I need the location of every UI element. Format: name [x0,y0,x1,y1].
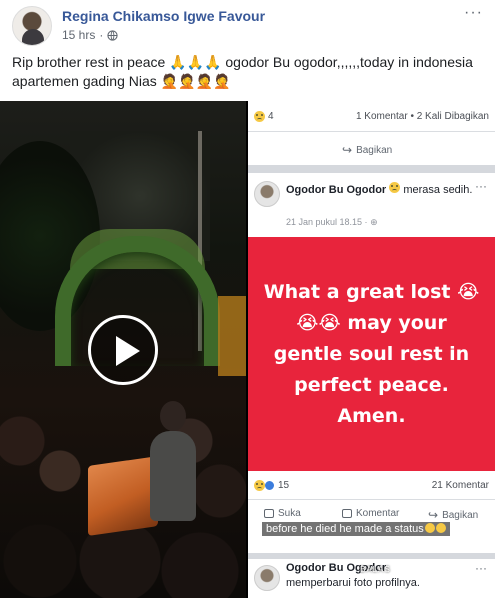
balas-overlay-label: BALAS [360,565,391,574]
globe-small-icon: ⊕ [370,217,378,227]
next-post-subtitle: memperbarui foto profilnya. [286,577,420,589]
post-text: Rip brother rest in peace 🙏🙏🙏 ogodor Bu … [12,54,473,89]
inner-share-label: Bagikan [442,509,479,521]
video-frame-person [150,431,196,521]
caption-text: before he died he made a status [266,523,424,535]
author-avatar[interactable] [12,6,52,46]
sad-face-icon [435,523,446,533]
shot-divider [248,165,495,173]
globe-icon [107,29,118,41]
inner-post-time: 21 Jan pukul 18.15 · ⊕ [286,217,378,228]
inner-like-action: Suka [264,508,301,519]
status-card-text: What a great lost 😭😭😭 may your gentle so… [263,280,480,427]
shot-reactions: 4 [254,111,274,122]
sad-face-icon [424,523,435,533]
comment-icon [342,509,352,518]
like-reaction-icon [264,480,275,491]
inner-post-feeling: merasa sedih. [403,184,473,196]
shot-share-label: Bagikan [356,144,393,156]
next-post-avatar [254,565,280,591]
post-timestamp[interactable]: 15 hrs [62,28,95,42]
next-post-more: ··· [475,561,487,575]
inner-post-header: Ogodor Bu Ogodor merasa sedih. [286,182,476,197]
video-frame-coffin [88,456,158,536]
thumbs-up-icon [264,509,274,518]
post-header: Regina Chikamso Igwe Favour 15 hrs · ··· [0,0,495,48]
inner-post-avatar [254,181,280,207]
inner-post-stats: 15 21 Komentar [248,471,495,499]
post-media: 4 1 Komentar • 2 Kali Dibagikan ↪ Bagika… [0,101,495,598]
inner-post-reactions: 15 [254,480,289,491]
shot-reaction-count: 4 [268,111,274,122]
shot-reaction-bar: 4 1 Komentar • 2 Kali Dibagikan [248,101,495,131]
share-arrow-icon: ↪ [342,143,353,157]
inner-comment-label: Komentar [356,508,400,519]
post-author-name[interactable]: Regina Chikamso Igwe Favour [62,8,265,24]
sad-reaction-icon [254,111,265,122]
share-arrow-icon: ↪ [428,508,439,522]
inner-post-status-card: What a great lost 😭😭😭 may your gentle so… [248,237,495,471]
post-options-button[interactable]: ··· [464,4,483,22]
inner-share-action: ↪ Bagikan [428,508,478,522]
inner-post-more: ··· [475,179,487,193]
inner-comment-action: Komentar [342,508,399,519]
screenshot-image[interactable]: 4 1 Komentar • 2 Kali Dibagikan ↪ Bagika… [248,101,495,598]
sad-reaction-icon [254,480,265,491]
shot-inner-post: Ogodor Bu Ogodor merasa sedih. 21 Jan pu… [248,173,495,553]
screenshot-caption: before he died he made a status [262,522,450,536]
inner-post-time-text: 21 Jan pukul 18.15 · [286,217,371,227]
meta-separator: · [99,28,104,42]
video-frame-head [160,401,186,431]
shot-stats-text: 1 Komentar • 2 Kali Dibagikan [355,111,489,122]
play-icon[interactable] [88,315,158,385]
inner-like-label: Suka [278,508,301,519]
inner-post-comment-count: 21 Komentar [431,480,489,491]
video-player[interactable] [0,101,246,598]
video-frame-sign [218,296,246,376]
shot-share-button: ↪ Bagikan [342,143,392,157]
shot-share-row: ↪ Bagikan [248,131,495,165]
sad-feeling-icon [389,182,401,193]
inner-post-author: Ogodor Bu Ogodor [286,184,387,196]
inner-post-reaction-count: 15 [278,480,290,491]
post-meta: 15 hrs · [62,28,118,42]
